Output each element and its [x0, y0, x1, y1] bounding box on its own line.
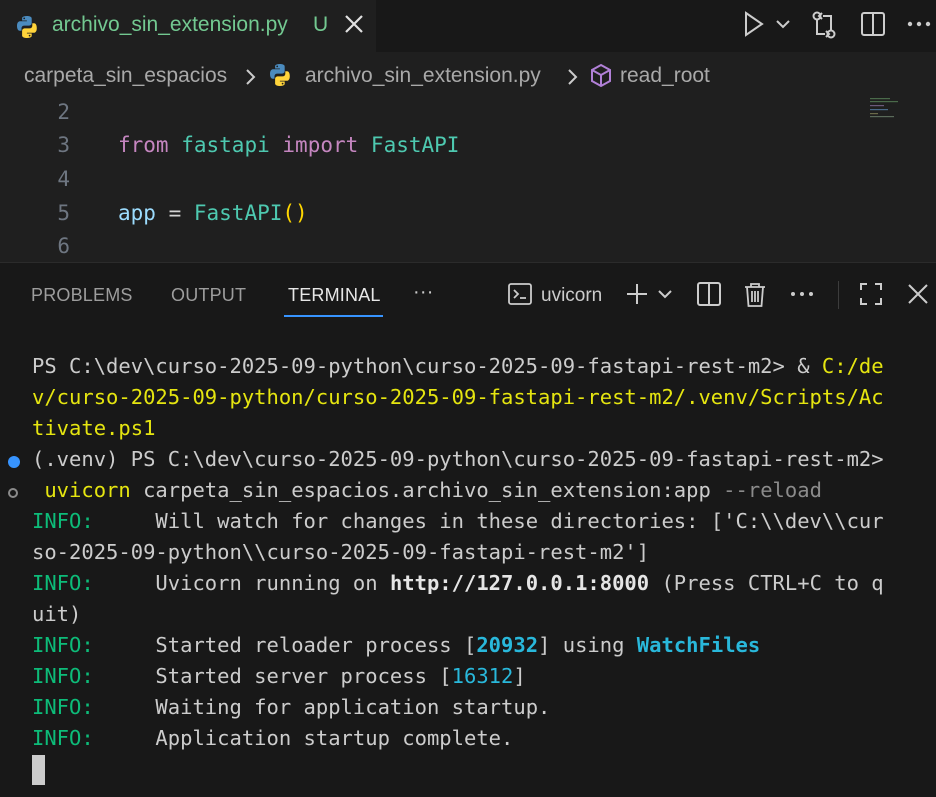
- log-message: Waiting for application startup.: [93, 695, 551, 719]
- bottom-panel: PROBLEMS OUTPUT TERMINAL ··· uvicorn PS …: [0, 262, 936, 797]
- terminal-line: INFO: Uvicorn running on http://127.0.0.…: [32, 568, 884, 599]
- terminal-icon: [507, 281, 533, 312]
- call-operator: &: [797, 354, 810, 378]
- log-message: Started reloader process [: [93, 633, 477, 657]
- close-icon[interactable]: [905, 281, 931, 312]
- close-icon[interactable]: [342, 11, 366, 37]
- class-name: FastAPI: [370, 133, 460, 157]
- line-number: 3: [57, 133, 70, 157]
- trash-icon[interactable]: [742, 281, 768, 314]
- breadcrumb-file[interactable]: archivo_sin_extension.py: [305, 64, 541, 88]
- command-success-icon[interactable]: [8, 456, 20, 468]
- terminal-line: (.venv) PS C:\dev\curso-2025-09-python\c…: [32, 447, 884, 471]
- terminal-line: PS C:\dev\curso-2025-09-python\curso-202…: [32, 351, 884, 382]
- operator: =: [155, 201, 194, 225]
- log-message: (Press CTRL+C to q: [649, 571, 884, 595]
- log-level: INFO:: [32, 664, 94, 688]
- log-message: ]: [513, 664, 526, 688]
- line-number: 6: [57, 234, 70, 258]
- terminal-line: uit): [32, 602, 82, 626]
- script-path: C:/de: [809, 354, 884, 378]
- terminal-line: uvicorn carpeta_sin_espacios.archivo_sin…: [32, 475, 822, 506]
- chevron-right-icon: [565, 66, 579, 93]
- terminal-line: INFO: Application startup complete.: [32, 723, 513, 754]
- split-editor-icon[interactable]: [860, 10, 886, 43]
- variable: app: [118, 201, 156, 225]
- process-id: 16312: [451, 664, 514, 688]
- toolbar-divider: [838, 281, 839, 309]
- more-tabs-button[interactable]: ···: [413, 281, 434, 304]
- keyword: import: [282, 133, 359, 157]
- untracked-badge: U: [313, 13, 329, 36]
- log-level: INFO:: [32, 695, 94, 719]
- prompt: PS C:\dev\curso-2025-09-python\curso-202…: [32, 354, 798, 378]
- log-message: ] using: [538, 633, 637, 657]
- terminal-line: so-2025-09-python\\curso-2025-09-fastapi…: [32, 540, 650, 564]
- maximize-icon[interactable]: [858, 281, 884, 312]
- module-name: fastapi: [181, 133, 270, 157]
- tab-output[interactable]: OUTPUT: [171, 285, 246, 306]
- symbol-method-icon: [589, 63, 613, 94]
- split-terminal-icon[interactable]: [696, 281, 722, 312]
- log-level: INFO:: [32, 571, 94, 595]
- plus-icon[interactable]: [624, 281, 650, 312]
- log-message: Will watch for changes in these director…: [93, 509, 884, 533]
- class-name: FastAPI: [193, 201, 283, 225]
- code-editor[interactable]: 2 3 from fastapi import FastAPI 4 5 app …: [0, 96, 936, 262]
- code-line: from fastapi import FastAPI: [118, 133, 459, 157]
- compare-changes-icon[interactable]: [810, 10, 838, 45]
- chevron-down-icon[interactable]: [775, 10, 791, 43]
- chevron-right-icon: [243, 66, 257, 93]
- editor-tab[interactable]: archivo_sin_extension.py U: [0, 0, 376, 53]
- terminal-line: INFO: Will watch for changes in these di…: [32, 506, 884, 537]
- terminal-line: tivate.ps1: [32, 416, 156, 440]
- log-level: INFO:: [32, 726, 94, 750]
- parentheses: (): [282, 201, 308, 225]
- breadcrumb: carpeta_sin_espacios archivo_sin_extensi…: [0, 52, 936, 98]
- terminal-line: INFO: Started reloader process [20932] u…: [32, 630, 760, 661]
- log-level: INFO:: [32, 633, 94, 657]
- keyword: from: [118, 133, 169, 157]
- run-icon[interactable]: [742, 10, 766, 43]
- watcher-name: WatchFiles: [636, 633, 761, 657]
- python-file-icon: [14, 14, 40, 45]
- tab-bar: archivo_sin_extension.py U: [0, 0, 936, 53]
- terminal-cursor: [32, 755, 45, 785]
- command: uvicorn: [32, 478, 131, 502]
- tab-filename: archivo_sin_extension.py: [52, 13, 288, 36]
- line-number: 4: [57, 167, 70, 191]
- code-line: app = FastAPI(): [118, 201, 308, 225]
- command-running-icon[interactable]: [8, 488, 18, 498]
- process-id: 20932: [476, 633, 539, 657]
- log-message: Uvicorn running on: [93, 571, 390, 595]
- breadcrumb-folder[interactable]: carpeta_sin_espacios: [24, 64, 227, 88]
- tab-terminal[interactable]: TERMINAL: [288, 285, 381, 306]
- active-tab-indicator: [284, 315, 383, 317]
- command-flag: --reload: [723, 478, 822, 502]
- line-number: 2: [57, 100, 70, 124]
- more-actions-icon[interactable]: [788, 281, 816, 312]
- tab-problems[interactable]: PROBLEMS: [31, 285, 133, 306]
- more-actions-icon[interactable]: [905, 10, 933, 43]
- chevron-down-icon[interactable]: [657, 281, 673, 312]
- terminal-line: v/curso-2025-09-python/curso-2025-09-fas…: [32, 385, 884, 409]
- command-args: carpeta_sin_espacios.archivo_sin_extensi…: [130, 478, 724, 502]
- server-url-link[interactable]: http://127.0.0.1:8000: [390, 571, 649, 595]
- python-file-icon: [267, 62, 293, 93]
- log-level: INFO:: [32, 509, 94, 533]
- log-message: Application startup complete.: [93, 726, 514, 750]
- line-number: 5: [57, 201, 70, 225]
- minimap[interactable]: [866, 96, 926, 136]
- terminal-name[interactable]: uvicorn: [541, 285, 602, 307]
- terminal-line: INFO: Started server process [16312]: [32, 661, 526, 692]
- breadcrumb-symbol[interactable]: read_root: [620, 64, 710, 88]
- terminal-line: INFO: Waiting for application startup.: [32, 692, 550, 723]
- log-message: Started server process [: [93, 664, 452, 688]
